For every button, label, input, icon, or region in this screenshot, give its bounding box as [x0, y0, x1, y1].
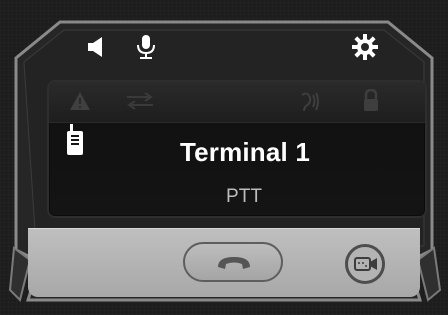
- transfer-arrows-icon: [127, 92, 153, 110]
- terminal-mode: PTT: [226, 186, 262, 207]
- terminal-name: Terminal 1: [179, 137, 311, 167]
- video-button[interactable]: [345, 244, 385, 284]
- terminal-panel: Terminal 1 PTT: [0, 0, 448, 315]
- hangup-button[interactable]: [183, 242, 283, 282]
- microphone-icon[interactable]: [135, 34, 157, 60]
- warning-icon: [70, 92, 90, 110]
- gear-icon[interactable]: [352, 34, 378, 60]
- terminal-display: Terminal 1 PTT: [47, 80, 427, 218]
- top-toolbar: [0, 30, 448, 70]
- hearing-icon: [301, 92, 319, 112]
- lock-icon: [364, 89, 378, 111]
- call-control-bar: [28, 228, 420, 297]
- speaker-icon[interactable]: [86, 36, 108, 58]
- video-camera-icon: [354, 257, 377, 271]
- hangup-icon: [218, 257, 250, 269]
- status-strip: [49, 82, 425, 123]
